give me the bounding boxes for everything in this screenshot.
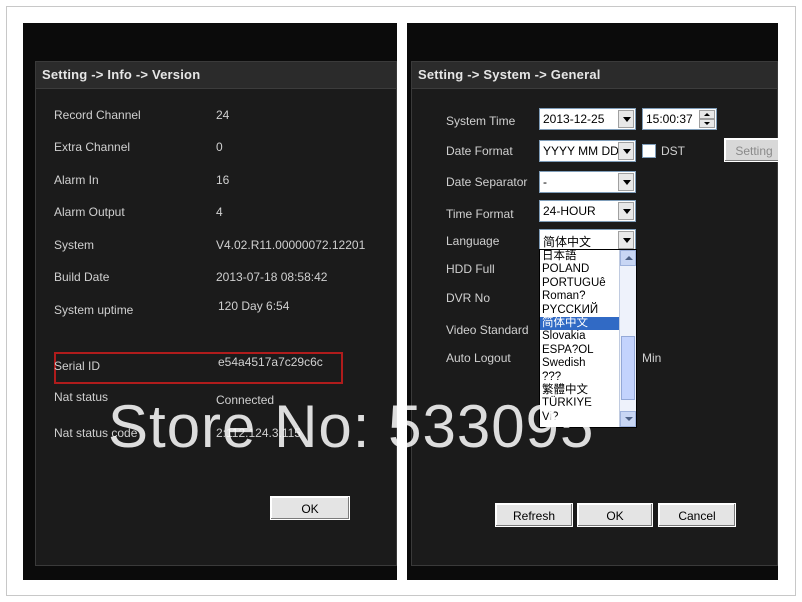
alarm-in-value: 16 [216,173,230,187]
system-time-label: System Time [446,114,516,128]
alarm-output-value: 4 [216,205,223,219]
nat-status-label: Nat status [54,390,109,404]
chevron-down-icon[interactable] [618,202,634,220]
auto-logout-label: Auto Logout [446,351,511,365]
language-select[interactable]: 简体中文 [539,229,636,251]
time-format-select[interactable]: 24-HOUR [539,200,636,222]
date-format-label: Date Format [446,144,513,158]
scroll-thumb[interactable] [621,336,635,400]
system-uptime-value: 120 Day 6:54 [218,299,290,313]
record-channel-label: Record Channel [54,108,141,122]
spinner-icon[interactable] [699,110,715,128]
ok-button[interactable]: OK [270,496,350,520]
time-format-label: Time Format [446,207,514,221]
date-field[interactable]: 2013-12-25 [539,108,636,130]
dialog-title: Setting -> Info -> Version [36,62,396,89]
chevron-down-icon[interactable] [618,142,634,160]
min-unit-label: Min [642,351,662,365]
serial-id-value: e54a4517a7c29c6c [218,355,323,369]
general-dialog: Setting -> System -> General System Time… [411,61,778,566]
general-settings-screen: Setting -> System -> General System Time… [407,23,778,580]
version-info-screen: Setting -> Info -> Version Record Channe… [23,23,397,580]
scroll-down-icon[interactable] [620,411,636,427]
dst-checkbox[interactable] [642,144,656,158]
alarm-in-label: Alarm In [54,173,99,187]
cancel-button[interactable]: Cancel [658,503,736,527]
video-standard-label: Video Standard [446,323,529,337]
chevron-down-icon[interactable] [618,231,634,249]
time-field[interactable]: 15:00:37 [642,108,717,130]
serial-id-label: Serial ID [54,359,101,373]
scroll-up-icon[interactable] [620,250,636,266]
language-label: Language [446,234,500,248]
record-channel-value: 24 [216,108,230,122]
date-separator-select[interactable]: - [539,171,636,193]
alarm-output-label: Alarm Output [54,205,125,219]
refresh-button[interactable]: Refresh [495,503,573,527]
dropdown-scrollbar[interactable] [619,250,636,427]
dst-label: DST [661,144,685,158]
system-label: System [54,238,95,252]
build-date-value: 2013-07-18 08:58:42 [216,270,328,284]
date-separator-label: Date Separator [446,175,528,189]
extra-channel-label: Extra Channel [54,140,131,154]
dialog-title: Setting -> System -> General [412,62,777,89]
version-dialog: Setting -> Info -> Version Record Channe… [35,61,397,566]
system-version-value: V4.02.R11.00000072.12201 [216,238,366,252]
system-uptime-label: System uptime [54,303,134,317]
dvr-no-label: DVR No [446,291,491,305]
chevron-down-icon[interactable] [618,110,634,128]
store-watermark: Store No: 533095 [108,393,595,460]
dst-setting-button[interactable]: Setting [724,138,778,162]
ok-button[interactable]: OK [577,503,653,527]
hdd-full-label: HDD Full [446,262,495,276]
date-format-select[interactable]: YYYY MM DD [539,140,636,162]
extra-channel-value: 0 [216,140,223,154]
chevron-down-icon[interactable] [618,173,634,191]
build-date-label: Build Date [54,270,110,284]
